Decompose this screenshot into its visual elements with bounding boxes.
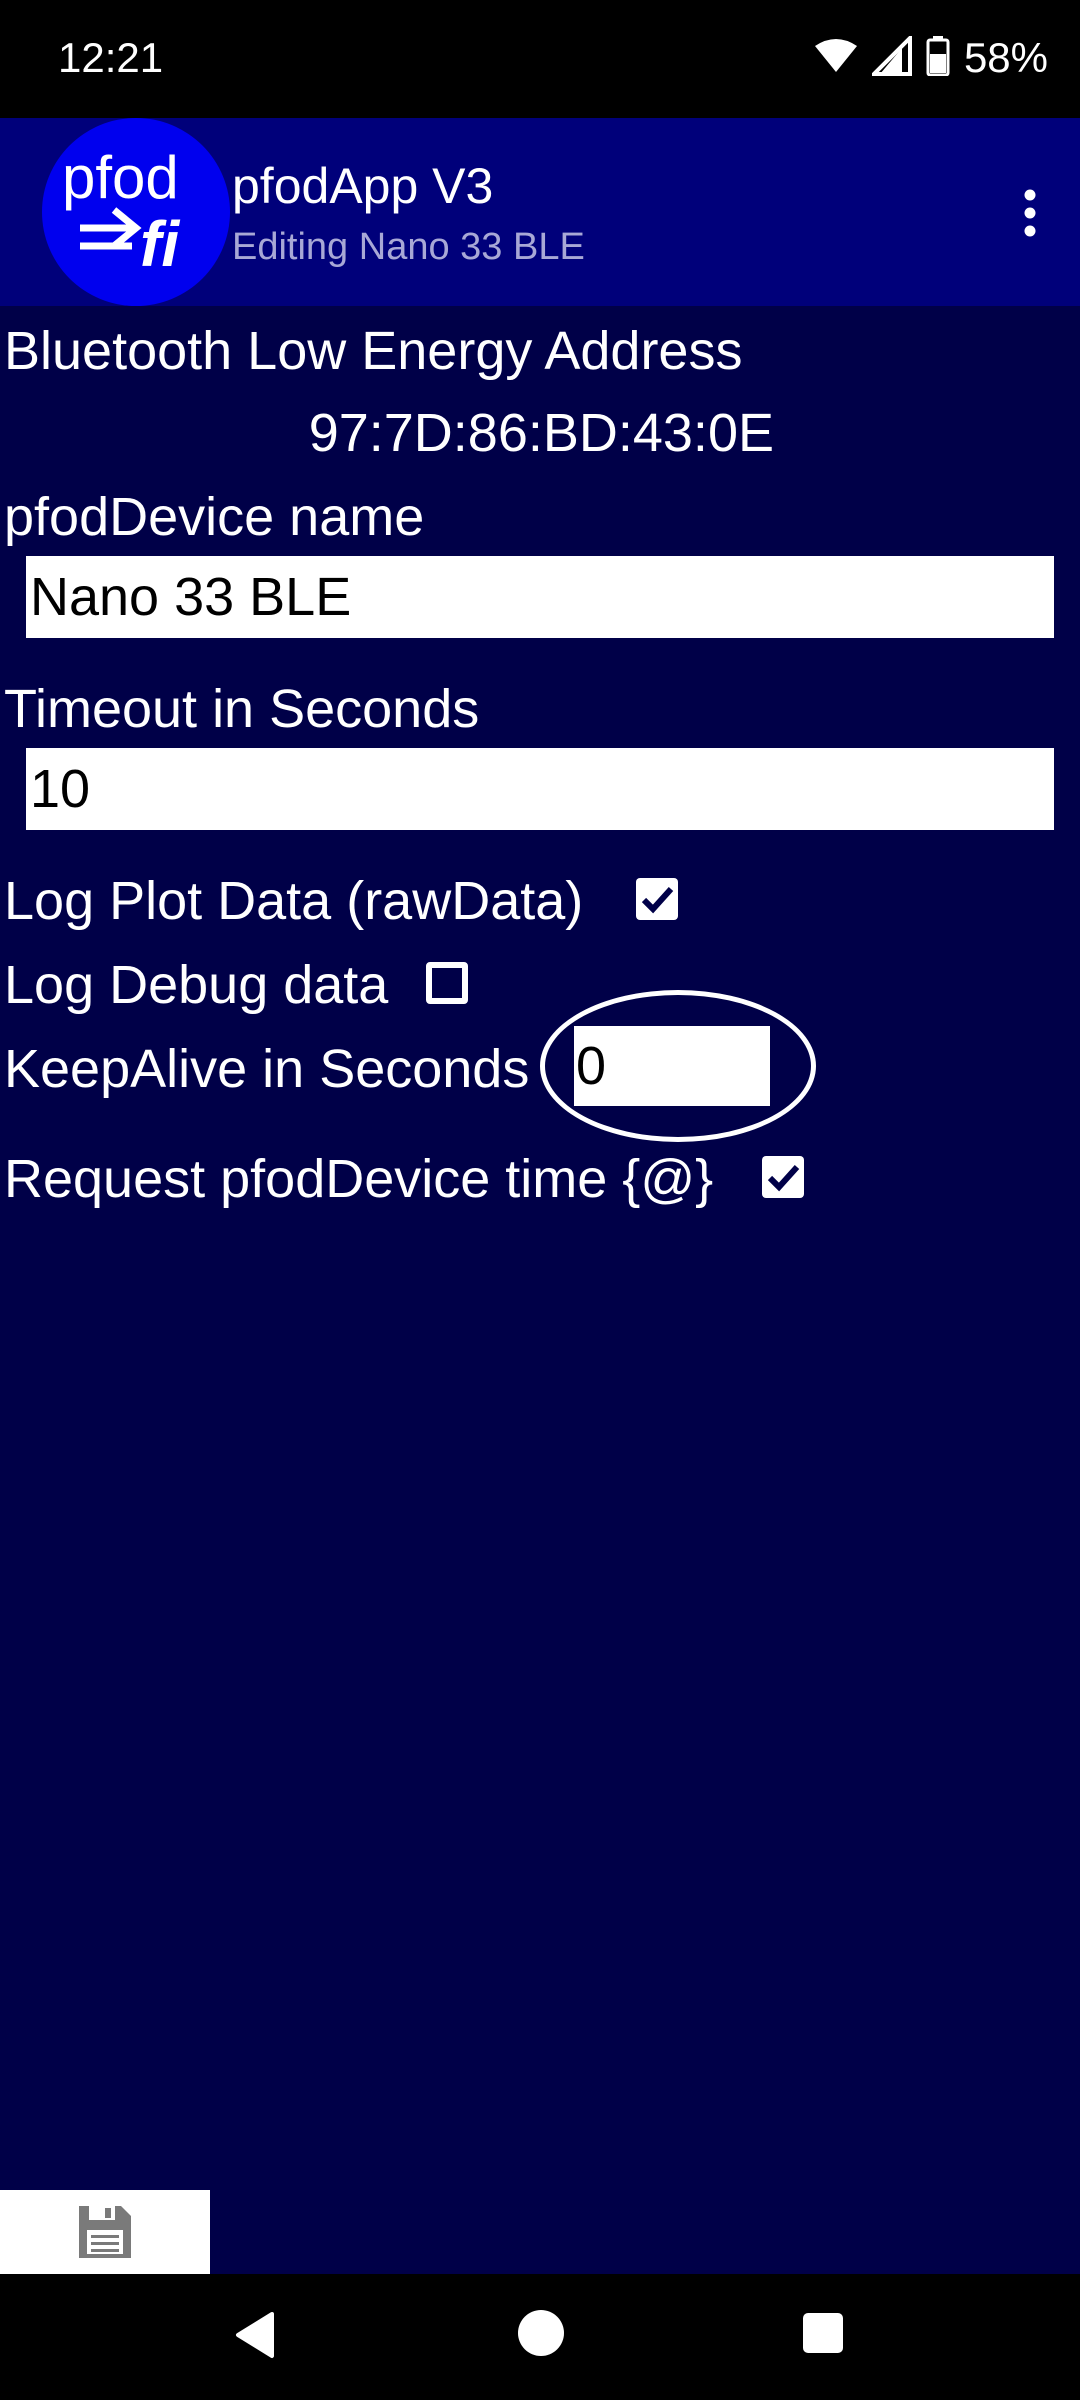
device-name-label: pfodDevice name bbox=[4, 487, 425, 547]
overflow-menu-icon[interactable] bbox=[990, 148, 1070, 278]
keepalive-field[interactable]: 0 bbox=[574, 1026, 770, 1106]
log-plot-checkbox[interactable] bbox=[636, 878, 678, 920]
device-name-field[interactable]: Nano 33 BLE bbox=[26, 556, 1054, 638]
request-time-checkbox[interactable] bbox=[762, 1156, 804, 1198]
app-bar: pfod fi pfodApp V3 Editing Nano 33 BLE bbox=[0, 118, 1080, 306]
log-debug-checkbox[interactable] bbox=[426, 962, 468, 1004]
checkmark-icon bbox=[641, 886, 674, 914]
screen: 12:21 58% pfod fi pfodApp V3 Editing Nan… bbox=[0, 0, 1080, 2400]
timeout-label: Timeout in Seconds bbox=[4, 679, 480, 739]
status-time: 12:21 bbox=[58, 34, 164, 81]
timeout-field[interactable]: 10 bbox=[26, 748, 1054, 830]
status-icons: 58% bbox=[814, 30, 1048, 86]
battery-percent: 58% bbox=[963, 34, 1048, 81]
home-icon[interactable] bbox=[516, 2308, 566, 2363]
recents-icon[interactable] bbox=[802, 2312, 844, 2359]
log-debug-label: Log Debug data bbox=[4, 955, 389, 1015]
log-plot-label: Log Plot Data (rawData) bbox=[4, 871, 584, 931]
ble-address-label: Bluetooth Low Energy Address bbox=[4, 321, 743, 381]
back-icon[interactable] bbox=[232, 2310, 278, 2365]
save-button[interactable] bbox=[0, 2190, 210, 2274]
status-bar: 12:21 58% bbox=[0, 0, 1080, 118]
wifi-icon bbox=[814, 38, 858, 79]
app-title: pfodApp V3 bbox=[232, 158, 494, 214]
cell-signal-icon bbox=[869, 32, 912, 81]
logo-text-bottom: fi bbox=[140, 208, 180, 280]
ble-address-value: 97:7D:86:BD:43:0E bbox=[308, 403, 774, 463]
app-subtitle: Editing Nano 33 BLE bbox=[232, 226, 585, 268]
request-time-label: Request pfodDevice time {@} bbox=[4, 1149, 714, 1209]
battery-icon bbox=[926, 35, 950, 81]
pfodfi-logo: pfod fi bbox=[42, 118, 230, 306]
save-icon bbox=[79, 2206, 131, 2258]
logo-text-top: pfod bbox=[62, 144, 179, 211]
navigation-bar bbox=[0, 2274, 1080, 2400]
checkmark-icon bbox=[767, 1164, 800, 1192]
keepalive-label: KeepAlive in Seconds bbox=[4, 1039, 530, 1099]
